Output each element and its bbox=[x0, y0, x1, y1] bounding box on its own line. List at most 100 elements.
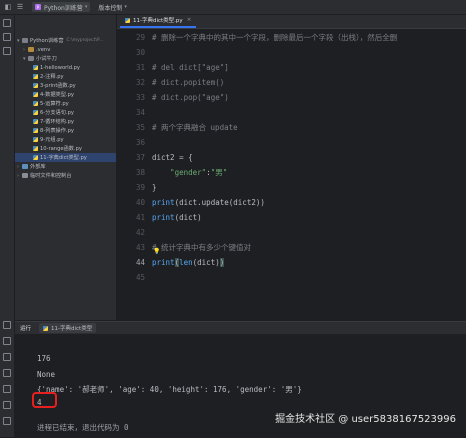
code-line: dict2 = { bbox=[152, 153, 193, 162]
line-number: 45 bbox=[135, 273, 145, 282]
tree-item-label: 9-元组.py bbox=[40, 137, 64, 143]
line-number: 35 bbox=[135, 123, 145, 132]
services-icon[interactable] bbox=[3, 417, 11, 425]
line-number: 42 bbox=[135, 228, 145, 237]
line-number: 30 bbox=[135, 48, 145, 57]
code-line: print(dict) bbox=[152, 212, 202, 223]
git-icon[interactable] bbox=[3, 401, 11, 409]
tree-item-file[interactable]: 4-数据类型.py bbox=[33, 90, 116, 99]
highlight-box bbox=[32, 392, 57, 408]
tree-item-file[interactable]: 9-元组.py bbox=[33, 135, 116, 144]
args-token: (dict.update(dict2)) bbox=[174, 198, 265, 207]
line-number: 33 bbox=[135, 93, 145, 102]
line-number-gutter: 29 30 31 32 33 34 35 36 37 38 39 40 41 4… bbox=[117, 29, 149, 320]
chevron-down-icon: ▾ bbox=[84, 4, 88, 10]
hamburger-menu-icon[interactable]: ☰ bbox=[16, 3, 24, 11]
function-token: print bbox=[152, 198, 175, 207]
project-panel: ▾ Python训练营 C:\myproject\P... › .venv ▾ … bbox=[15, 15, 117, 320]
python-file-icon bbox=[33, 74, 38, 79]
tree-item-label: 4-数据类型.py bbox=[40, 92, 74, 98]
chevron-down-icon: ▾ bbox=[124, 4, 127, 10]
library-icon bbox=[22, 164, 28, 169]
tree-item-venv[interactable]: › .venv bbox=[23, 45, 116, 54]
code-line: # dict.popitem() bbox=[152, 78, 225, 87]
structure-icon[interactable] bbox=[3, 33, 11, 41]
vcs-menu[interactable]: 版本控制 ▾ bbox=[98, 3, 127, 12]
vcs-label: 版本控制 bbox=[98, 4, 123, 12]
function-token: print bbox=[152, 258, 175, 267]
tree-item-scratches[interactable]: › 临时文件和控制台 bbox=[17, 171, 116, 180]
close-icon[interactable]: × bbox=[187, 17, 192, 23]
problems-icon[interactable] bbox=[3, 369, 11, 377]
run-icon[interactable] bbox=[3, 321, 11, 329]
string-token: "gender" bbox=[152, 168, 207, 177]
tree-item-file[interactable]: 5-运算符.py bbox=[33, 99, 116, 108]
python-file-icon bbox=[43, 325, 49, 331]
run-tab[interactable]: 11-字典dict类型 bbox=[39, 323, 97, 333]
python-console-icon[interactable] bbox=[3, 353, 11, 361]
line-number: 41 bbox=[135, 213, 145, 222]
tree-item-label: 8-列表操作.py bbox=[40, 128, 74, 134]
watermark: 掘金技术社区 @ user5838167523996 bbox=[275, 414, 456, 425]
line-number: 32 bbox=[135, 78, 145, 87]
tree-item-label: 10-range函数.py bbox=[40, 146, 82, 152]
line-number: 40 bbox=[135, 198, 145, 207]
title-bar: ◧ ☰ P Python训练营 ▾ 版本控制 ▾ bbox=[0, 0, 466, 15]
tree-item-label: 3-print函数.py bbox=[40, 83, 76, 89]
tree-item-label: 小试牛刀 bbox=[36, 56, 57, 62]
more-icon[interactable] bbox=[3, 47, 11, 55]
line-number: 36 bbox=[135, 138, 145, 147]
project-name: Python训练营 bbox=[44, 4, 83, 12]
editor-tabs: 11-字典dict类型.py × bbox=[117, 15, 466, 29]
code-line: # 删除一个字典中的其中一个字段，删除最后一个字段（出栈），然后全删 bbox=[152, 33, 398, 42]
line-number: 39 bbox=[135, 183, 145, 192]
line-number: 38 bbox=[135, 168, 145, 177]
python-file-icon bbox=[33, 128, 38, 133]
console-line: {'name': '郝老师', 'age': 40, 'height': 176… bbox=[37, 385, 302, 394]
tree-item-label: .venv bbox=[36, 46, 51, 53]
tree-item-file-selected[interactable]: 11-字典dict类型.py bbox=[15, 153, 116, 162]
tree-item-file[interactable]: 3-print函数.py bbox=[33, 81, 116, 90]
tree-item-label: 临时文件和控制台 bbox=[30, 173, 72, 179]
app-icon: ◧ bbox=[4, 3, 12, 11]
python-file-icon bbox=[33, 137, 38, 142]
python-file-icon bbox=[33, 155, 38, 160]
run-panel-title: 运行 bbox=[20, 326, 32, 332]
code-line: # del dict["age"] bbox=[152, 63, 229, 72]
tree-item-file[interactable]: 8-列表操作.py bbox=[33, 126, 116, 135]
tree-item-file[interactable]: 10-range函数.py bbox=[33, 144, 116, 153]
python-file-icon bbox=[33, 65, 38, 70]
code-area[interactable]: # 删除一个字典中的其中一个字段，删除最后一个字段（出栈），然后全删 # del… bbox=[152, 29, 397, 267]
python-file-icon bbox=[33, 110, 38, 115]
folder-icon[interactable] bbox=[3, 19, 11, 27]
terminal-icon[interactable] bbox=[3, 385, 11, 393]
console-line: 176 bbox=[37, 354, 51, 363]
editor: 11-字典dict类型.py × 29 30 31 32 33 34 35 36… bbox=[117, 15, 466, 320]
folder-icon bbox=[28, 47, 34, 52]
code-line: } bbox=[152, 183, 157, 192]
editor-tab-active[interactable]: 11-字典dict类型.py × bbox=[120, 14, 197, 28]
tree-item-root[interactable]: ▾ Python训练营 C:\myproject\P... bbox=[17, 36, 116, 45]
tree-item-folder[interactable]: ▾ 小试牛刀 bbox=[23, 54, 116, 63]
tree-item-file[interactable]: 2-注释.py bbox=[33, 72, 116, 81]
tree-item-label: 7-循环结构.py bbox=[40, 119, 74, 125]
project-switcher[interactable]: P Python训练营 ▾ bbox=[32, 2, 91, 12]
code-line: # 两个字典融合 update bbox=[152, 123, 238, 132]
lightbulb-icon[interactable]: 💡 bbox=[153, 248, 160, 255]
tree-item-label: 外部库 bbox=[30, 164, 46, 170]
code-line: "gender":"男" bbox=[152, 167, 227, 178]
tree-item-file[interactable]: 1-helloworld.py bbox=[33, 63, 116, 72]
code-line: print(dict.update(dict2)) bbox=[152, 197, 265, 208]
console-exit-line: 进程已结束，退出代码为 0 bbox=[37, 423, 129, 432]
run-panel-header: 运行 11-字典dict类型 bbox=[15, 322, 466, 334]
line-number: 34 bbox=[135, 108, 145, 117]
string-token: "男" bbox=[210, 168, 228, 177]
code-line: # dict.pop("age") bbox=[152, 93, 229, 102]
tree-item-file[interactable]: 6-分支语句.py bbox=[33, 108, 116, 117]
tree-item-external-libs[interactable]: › 外部库 bbox=[17, 162, 116, 171]
tree-item-file[interactable]: 7-循环结构.py bbox=[33, 117, 116, 126]
python-packages-icon[interactable] bbox=[3, 337, 11, 345]
args-token: (dict) bbox=[192, 258, 220, 267]
python-file-icon bbox=[33, 101, 38, 106]
python-file-icon bbox=[33, 146, 38, 151]
